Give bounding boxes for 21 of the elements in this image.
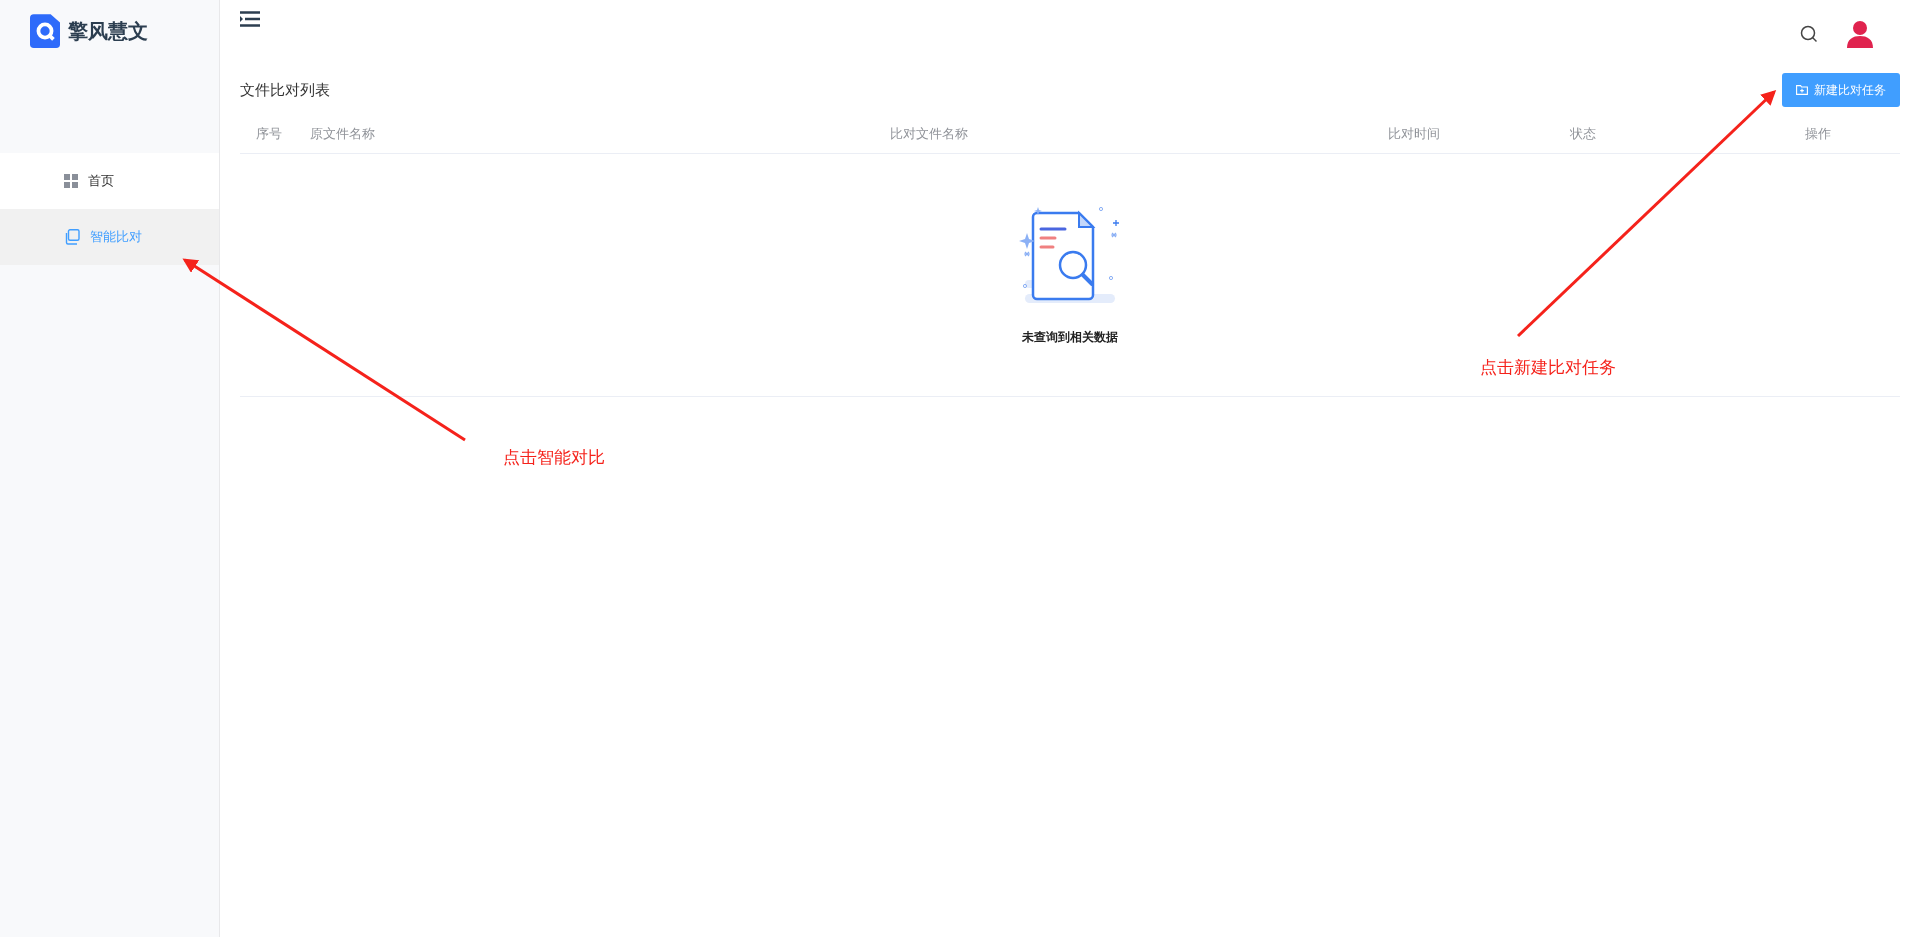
- column-header: 比对时间: [1388, 125, 1441, 143]
- folder-plus-icon: [1796, 85, 1808, 95]
- logo-icon: [30, 14, 60, 48]
- column-header: 状态: [1570, 125, 1597, 143]
- new-task-button[interactable]: 新建比对任务: [1782, 73, 1900, 107]
- column-header: 序号: [255, 125, 283, 143]
- avatar-icon[interactable]: [1846, 20, 1874, 48]
- copy-icon: [64, 229, 80, 245]
- sidebar-item[interactable]: 智能比对: [0, 209, 219, 265]
- sidebar-item[interactable]: 首页: [0, 153, 219, 209]
- empty-message: 未查询到相关数据: [1022, 328, 1118, 346]
- column-header: 操作: [1804, 125, 1832, 143]
- column-header: 原文件名称: [309, 125, 376, 143]
- annotation-text: 点击智能对比: [503, 446, 605, 469]
- menu-icon[interactable]: [240, 11, 260, 27]
- annotation-text: 点击新建比对任务: [1480, 356, 1616, 379]
- page-title: 文件比对列表: [240, 80, 330, 100]
- brand-name: 擎风慧文: [68, 18, 148, 45]
- search-icon[interactable]: [1800, 25, 1818, 43]
- column-header: 比对文件名称: [889, 125, 969, 143]
- grid-icon: [64, 174, 78, 188]
